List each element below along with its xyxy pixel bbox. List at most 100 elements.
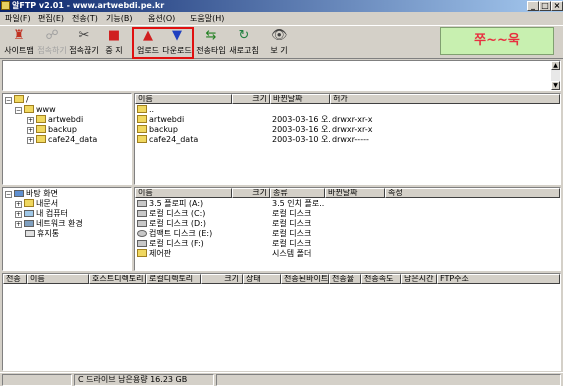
- column-header-name[interactable]: 이름: [135, 188, 232, 198]
- column-header-size[interactable]: 크기: [232, 94, 270, 104]
- expand-icon[interactable]: +: [27, 117, 34, 124]
- desktop-icon: [14, 190, 24, 197]
- menu-transfer[interactable]: 전송(T): [72, 13, 98, 24]
- scroll-down-arrow-icon[interactable]: ▼: [551, 81, 560, 90]
- view-button[interactable]: 👁 보 기: [262, 28, 296, 58]
- file-row[interactable]: backup 2003-03-16 오... drwxr-xr-x: [135, 125, 560, 135]
- transfer-buttons-highlight: [132, 27, 194, 59]
- drive-row[interactable]: 로컬 디스크 (D:) 로컬 디스크: [135, 219, 560, 229]
- cd-drive-icon: [137, 230, 147, 237]
- disconnect-button[interactable]: ✂ 접속끊기: [69, 28, 99, 58]
- scroll-up-arrow-icon[interactable]: ▲: [551, 61, 560, 70]
- column-header-date[interactable]: 바뀐날짜: [325, 188, 385, 198]
- column-header-type[interactable]: 종류: [270, 188, 325, 198]
- local-file-list: 이름 크기 종류 바뀐날짜 속성 3.5 플로피 (A:) 3.5 인치 플로.…: [134, 187, 561, 271]
- tree-www[interactable]: − www: [15, 105, 56, 115]
- refresh-icon: ↻: [238, 28, 250, 43]
- view-icon: 👁: [271, 28, 288, 43]
- expand-icon[interactable]: +: [27, 127, 34, 134]
- site-manager-button[interactable]: ♜ 사이트맵: [4, 28, 34, 58]
- log-scrollbar[interactable]: ▲ ▼: [551, 61, 560, 90]
- hard-disk-icon: [137, 240, 147, 247]
- column-header-remaining[interactable]: 남은시간: [401, 274, 437, 284]
- folder-icon: [137, 115, 147, 123]
- column-header-name[interactable]: 이름: [135, 94, 232, 104]
- column-header-bytes[interactable]: 전송된바이트: [281, 274, 329, 284]
- status-bar: C 드라이브 남은용량 16.23 GB: [0, 372, 563, 386]
- tree-root[interactable]: − /: [5, 95, 29, 105]
- hard-disk-icon: [137, 210, 147, 217]
- collapse-icon[interactable]: −: [5, 97, 12, 104]
- column-header-speed[interactable]: 전송속도: [361, 274, 401, 284]
- column-header-rate[interactable]: 전송율: [329, 274, 361, 284]
- app-icon: [1, 1, 10, 10]
- drive-row[interactable]: 로컬 디스크 (C:) 로컬 디스크: [135, 209, 560, 219]
- tree-item-artwebdi[interactable]: + artwebdi: [27, 115, 83, 125]
- column-header-size[interactable]: 크기: [232, 188, 270, 198]
- stop-button[interactable]: ■ 중 지: [103, 28, 125, 58]
- column-header-name[interactable]: 이름: [27, 274, 89, 284]
- expand-icon[interactable]: +: [15, 201, 22, 208]
- expand-icon[interactable]: +: [15, 221, 22, 228]
- folder-icon: [24, 199, 34, 207]
- drive-row[interactable]: 제어판 시스템 폴더: [135, 249, 560, 259]
- folder-icon: [36, 135, 46, 143]
- drive-row[interactable]: 컴팩트 디스크 (E:) 로컬 디스크: [135, 229, 560, 239]
- local-tree: − 바탕 화면 + 내문서 + 내 컴퓨터 + 네트워크 환경 휴지통: [2, 187, 132, 271]
- drive-row[interactable]: 로컬 디스크 (F:) 로컬 디스크: [135, 239, 560, 249]
- folder-icon: [14, 95, 24, 103]
- disconnect-icon: ✂: [78, 28, 90, 43]
- remote-tree: − / − www + artwebdi + backup + cafe24_data: [2, 93, 132, 185]
- window-title: 알FTP v2.01 - www.artwebdi.pe.kr: [12, 1, 165, 10]
- menu-help[interactable]: 도움말(H): [190, 13, 224, 24]
- file-row[interactable]: ..: [135, 105, 560, 115]
- column-header-attributes[interactable]: 속성: [385, 188, 560, 198]
- column-header-size[interactable]: 크기: [201, 274, 243, 284]
- column-header-host-dir[interactable]: 호스트디렉토리: [89, 274, 146, 284]
- column-header-date[interactable]: 바뀐날짜: [270, 94, 330, 104]
- folder-icon: [137, 105, 147, 113]
- folder-icon: [36, 115, 46, 123]
- status-panel-empty: [2, 374, 72, 386]
- transfer-type-icon: ⇆: [205, 28, 217, 43]
- expand-icon[interactable]: +: [15, 211, 22, 218]
- floppy-icon: [137, 200, 147, 207]
- tree-item-my-documents[interactable]: + 내문서: [15, 199, 58, 209]
- collapse-icon[interactable]: −: [15, 107, 22, 114]
- column-header-transfer[interactable]: 전송: [3, 274, 27, 284]
- title-bar: 알FTP v2.01 - www.artwebdi.pe.kr _ □ ×: [0, 0, 563, 12]
- file-row[interactable]: artwebdi 2003-03-16 오... drwxr-xr-x: [135, 115, 560, 125]
- tree-desktop[interactable]: − 바탕 화면: [5, 189, 58, 199]
- tree-item-network[interactable]: + 네트워크 환경: [15, 219, 83, 229]
- connect-button[interactable]: ☍ 접속하기: [37, 28, 67, 58]
- collapse-icon[interactable]: −: [5, 191, 12, 198]
- menu-file[interactable]: 파일(F): [5, 13, 31, 24]
- drive-row[interactable]: 3.5 플로피 (A:) 3.5 인치 플로...: [135, 199, 560, 209]
- minimize-button[interactable]: _: [527, 1, 539, 11]
- disk-free-status: C 드라이브 남은용량 16.23 GB: [74, 374, 214, 386]
- menu-edit[interactable]: 편집(E): [38, 13, 64, 24]
- close-button[interactable]: ×: [551, 1, 563, 11]
- computer-icon: [24, 210, 34, 217]
- menu-functions[interactable]: 기능(B): [106, 13, 132, 24]
- file-row[interactable]: cafe24_data 2003-03-10 오... drwxr-----: [135, 135, 560, 145]
- tree-item-recycle-bin[interactable]: 휴지통: [25, 229, 59, 239]
- column-header-ftp-address[interactable]: FTP주소: [437, 274, 560, 284]
- folder-icon: [137, 125, 147, 133]
- transfer-type-button[interactable]: ⇆ 전송타입: [195, 28, 227, 58]
- stop-icon: ■: [107, 28, 121, 43]
- column-header-permission[interactable]: 허가: [330, 94, 560, 104]
- refresh-button[interactable]: ↻ 새로고침: [229, 28, 259, 58]
- maximize-button[interactable]: □: [539, 1, 551, 11]
- network-icon: [24, 220, 34, 227]
- tree-item-cafe24-data[interactable]: + cafe24_data: [27, 135, 97, 145]
- column-header-status[interactable]: 상태: [243, 274, 281, 284]
- tree-item-backup[interactable]: + backup: [27, 125, 77, 135]
- expand-icon[interactable]: +: [27, 137, 34, 144]
- log-panel: ▲ ▼: [2, 60, 561, 91]
- column-header-local-dir[interactable]: 로컬디렉토리: [146, 274, 201, 284]
- tree-item-my-computer[interactable]: + 내 컴퓨터: [15, 209, 68, 219]
- logo-banner: 쭈~~욱: [440, 27, 554, 55]
- menu-bar: 파일(F) 편집(E) 전송(T) 기능(B) 옵션(O) 도움말(H): [0, 12, 563, 25]
- menu-options[interactable]: 옵션(O): [148, 13, 175, 24]
